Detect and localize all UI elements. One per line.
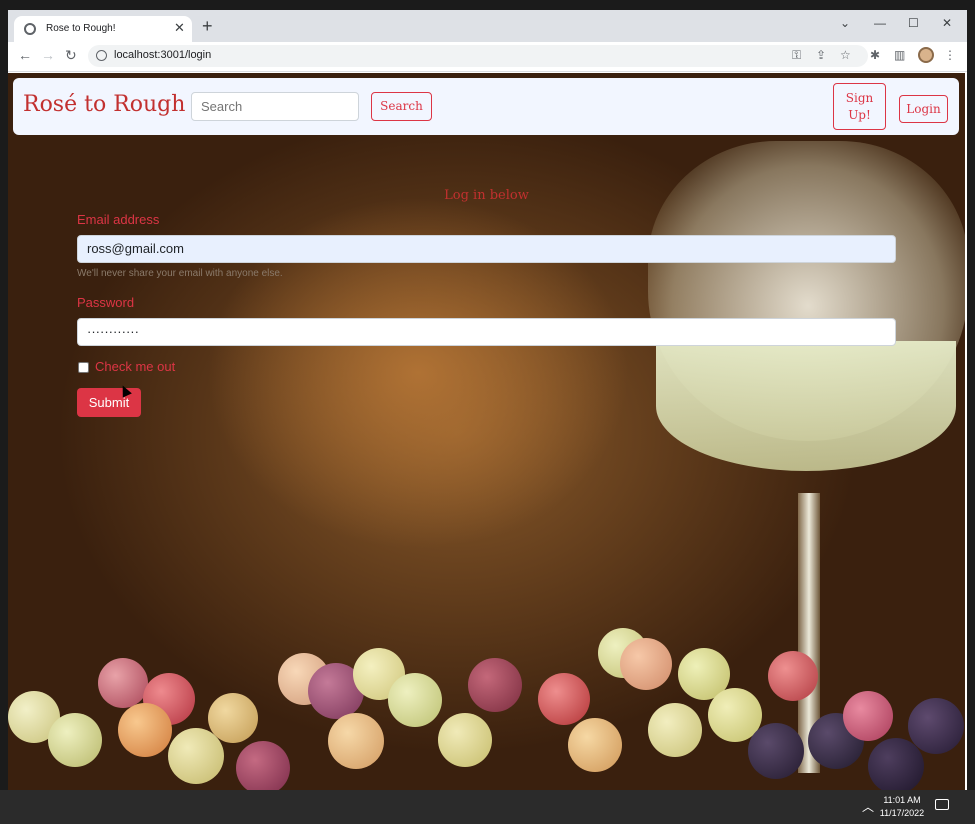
menu-icon[interactable]: ⋮ [944,48,956,62]
search-input[interactable] [191,92,359,121]
side-panel-icon[interactable]: ▥ [894,48,905,62]
password-field[interactable]: ············ [77,318,896,346]
address-bar[interactable]: localhost:3001/login [88,45,868,67]
email-field[interactable]: ross@gmail.com [77,235,896,263]
browser-tab[interactable]: Rose to Rough! ✕ [14,16,192,42]
globe-icon [24,23,36,35]
login-button[interactable]: Login [899,95,948,123]
login-heading: Log in below [444,188,529,203]
checkbox-label[interactable]: Check me out [95,359,175,374]
site-info-icon[interactable] [96,50,107,61]
clock-date: 11/17/2022 [879,808,925,818]
remember-checkbox[interactable] [78,362,89,373]
close-window-icon[interactable]: ✕ [942,16,952,30]
notification-icon[interactable] [935,799,949,810]
star-icon[interactable]: ☆ [840,48,851,62]
url-text: localhost:3001/login [114,49,212,61]
page-viewport: Rosé to Rough Search Sign Up! Login Log … [8,73,965,790]
email-label: Email address [77,212,160,227]
site-navbar: Rosé to Rough Search Sign Up! Login [13,78,959,135]
taskbar-clock[interactable]: 11:01 AM 11/17/2022 [876,794,928,820]
maximize-icon[interactable]: ☐ [908,16,919,30]
profile-avatar[interactable] [918,47,934,63]
back-icon[interactable]: ← [18,47,32,63]
forward-icon[interactable]: → [41,47,55,63]
close-tab-icon[interactable]: ✕ [174,20,185,36]
minimize-icon[interactable]: — [874,16,886,30]
tray-chevron-icon[interactable]: ︿ [862,798,874,815]
taskbar: ︿ 11:01 AM 11/17/2022 [0,790,975,824]
tab-search-icon[interactable]: ⌄ [840,16,850,30]
extensions-icon[interactable]: ✱ [870,48,880,62]
tab-strip: Rose to Rough! ✕ + ⌄ — ☐ ✕ [8,10,967,42]
email-help-text: We'll never share your email with anyone… [77,268,283,279]
brand-logo[interactable]: Rosé to Rough [23,92,185,117]
tab-title: Rose to Rough! [46,23,116,34]
signup-button[interactable]: Sign Up! [833,83,886,130]
key-icon[interactable]: ⚿ [792,48,801,63]
clock-time: 11:01 AM [883,795,921,805]
share-icon[interactable]: ⇪ [816,48,826,62]
password-label: Password [77,295,135,310]
browser-toolbar: ← → ↻ localhost:3001/login ⚿ ⇪ ☆ ✱ ▥ ⋮ [8,42,967,72]
search-button[interactable]: Search [371,92,432,121]
reload-icon[interactable]: ↻ [65,47,77,64]
browser-window: Rose to Rough! ✕ + ⌄ — ☐ ✕ ← → ↻ localho… [8,10,967,790]
new-tab-icon[interactable]: + [202,16,213,37]
white-wine-image [656,341,956,471]
